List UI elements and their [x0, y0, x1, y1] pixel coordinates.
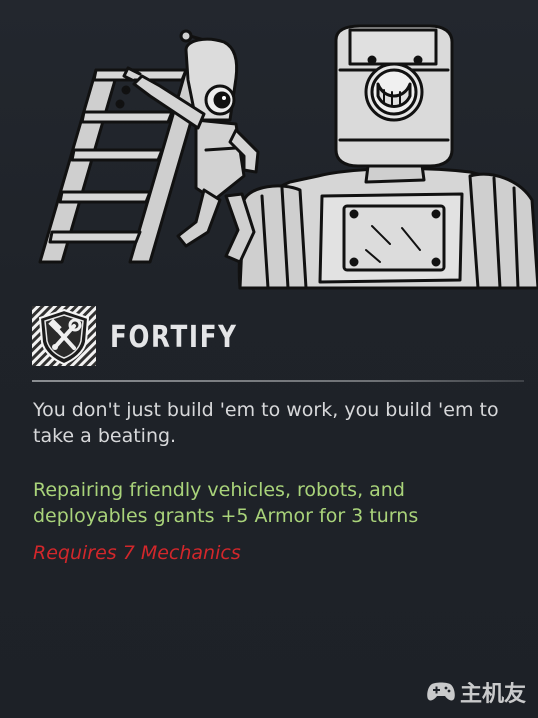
perk-card: FORTIFY You don't just build 'em to work… — [0, 0, 538, 718]
shield-wrench-hammer-icon — [32, 306, 96, 366]
perk-requirement-text: Requires 7 Mechanics — [33, 542, 241, 564]
perk-effect-text: Repairing friendly vehicles, robots, and… — [33, 479, 419, 527]
title-divider — [32, 380, 524, 382]
perk-flavor-text: You don't just build 'em to work, you bu… — [33, 399, 499, 447]
gamepad-icon — [427, 682, 455, 701]
watermark-text: 主机友 — [459, 682, 526, 707]
site-watermark: 主机友 — [426, 676, 526, 708]
perk-title: FORTIFY — [110, 320, 238, 355]
mechanic-ladder-robot-illustration — [38, 24, 538, 290]
